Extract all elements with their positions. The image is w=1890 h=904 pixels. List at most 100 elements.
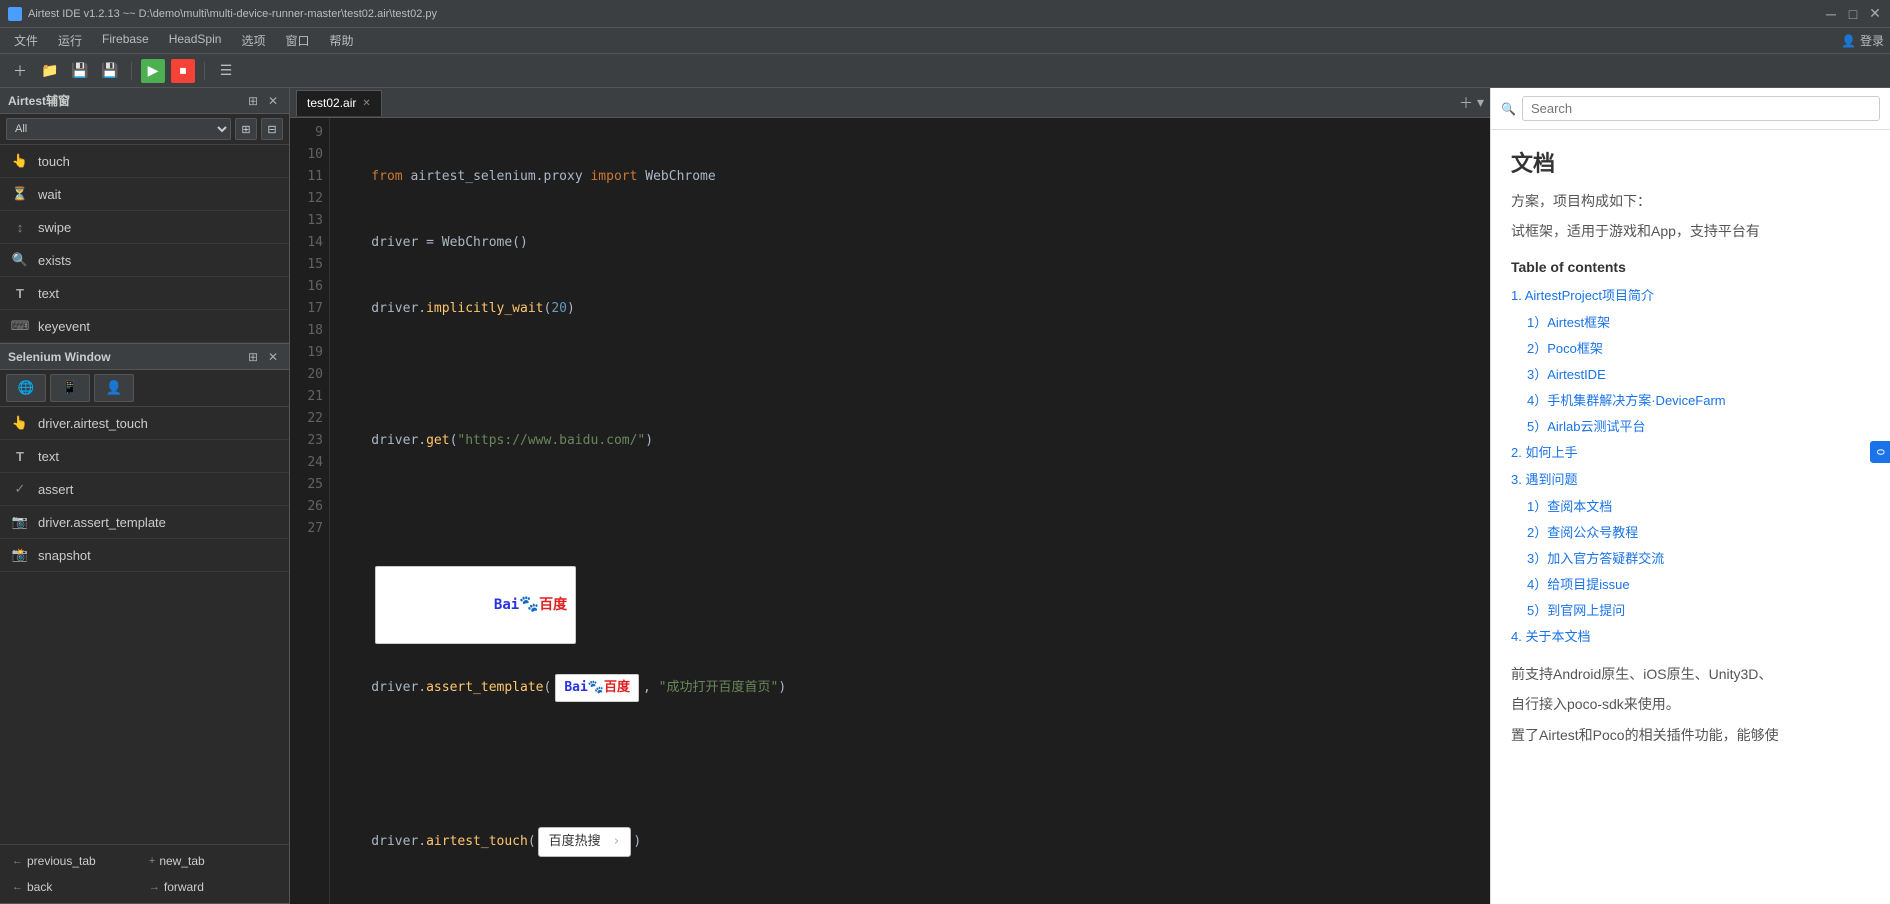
selenium-tab-web[interactable]: 🌐 — [6, 374, 46, 402]
toolbar-separator2 — [204, 62, 205, 80]
editor-tab-left: test02.air ✕ — [296, 90, 382, 116]
docs-text-5: 置了Airtest和Poco的相关插件功能，能够使 — [1511, 724, 1870, 746]
tab-close-icon[interactable]: ✕ — [362, 98, 370, 109]
assistant-items-list: 👆 touch ⏳ wait ↕ swipe 🔍 exists T te — [0, 145, 289, 343]
stop-button[interactable]: ⏹ — [171, 59, 195, 83]
menu-headspin[interactable]: HeadSpin — [161, 30, 230, 51]
save-button[interactable]: 💾 — [68, 59, 92, 83]
filter-select[interactable]: All — [6, 118, 231, 140]
title-bar-controls[interactable]: ─ □ ✕ — [1824, 7, 1882, 21]
main-layout: Airtest辅窗 ⊞ ✕ All ⊞ ⊟ 👆 touch ⏳ — [0, 88, 1890, 904]
previous-tab-item[interactable]: ← previous_tab — [4, 849, 139, 873]
menu-user[interactable]: 👤 登录 — [1841, 32, 1884, 49]
selenium-item-assert[interactable]: ✓ assert — [0, 473, 289, 506]
toc-sub-1-3[interactable]: 3）AirtestIDE — [1511, 362, 1870, 385]
toc-sub-1-5[interactable]: 5）Airlab云测试平台 — [1511, 414, 1870, 437]
selenium-text-icon: T — [10, 446, 30, 466]
selenium-tab-user[interactable]: 👤 — [94, 374, 134, 402]
maximize-button[interactable]: □ — [1846, 7, 1860, 21]
forward-item[interactable]: → forward — [141, 875, 276, 899]
editor-tab-test02[interactable]: test02.air ✕ — [296, 90, 382, 116]
docs-text-2: 试框架，适用于游戏和App，支持平台有 — [1511, 220, 1870, 242]
right-search: 🔍 — [1491, 88, 1890, 130]
assert-icon: ✓ — [10, 479, 30, 499]
selenium-item-driver-assert-label: driver.assert_template — [38, 515, 166, 530]
code-line-12 — [340, 364, 1480, 386]
saveas-button[interactable]: 💾 — [98, 59, 122, 83]
feedback-tab[interactable]: 0 — [1870, 441, 1890, 463]
layout-button[interactable]: ☰ — [214, 59, 238, 83]
docs-text-1: 方案，项目构成如下： — [1511, 190, 1870, 212]
selenium-item-driver-assert[interactable]: 📷 driver.assert_template — [0, 506, 289, 539]
assistant-item-keyevent[interactable]: ⌨ keyevent — [0, 310, 289, 343]
selenium-item-snapshot-label: snapshot — [38, 548, 91, 563]
assistant-item-swipe[interactable]: ↕ swipe — [0, 211, 289, 244]
toc-sub-3-2[interactable]: 2）查阅公众号教程 — [1511, 520, 1870, 543]
panel-expand-button[interactable]: ⊞ — [245, 93, 261, 109]
back-item[interactable]: ← back — [4, 875, 139, 899]
menu-help[interactable]: 帮助 — [321, 30, 361, 51]
toc-item-1[interactable]: 1. AirtestProject项目简介 — [1511, 283, 1870, 306]
toc-item-3[interactable]: 3. 遇到问题 — [1511, 467, 1870, 490]
search-input[interactable] — [1522, 96, 1880, 121]
selenium-panel-header: Selenium Window ⊞ ✕ — [0, 344, 289, 370]
assistant-item-wait[interactable]: ⏳ wait — [0, 178, 289, 211]
menu-options[interactable]: 选项 — [233, 30, 273, 51]
new-button[interactable]: ＋ — [8, 59, 32, 83]
toc-sub-3-1[interactable]: 1）查阅本文档 — [1511, 494, 1870, 517]
panel-close-button[interactable]: ✕ — [265, 93, 281, 109]
editor-area: test02.air ✕ ＋ ▾ 9 10 11 12 13 14 — [290, 88, 1490, 904]
line-numbers: 9 10 11 12 13 14 15 16 17 18 19 20 21 22… — [290, 118, 330, 904]
previous-tab-label: previous_tab — [27, 854, 96, 868]
toolbar: ＋ 📁 💾 💾 ▶ ⏹ ☰ — [0, 54, 1890, 88]
code-editor[interactable]: from airtest_selenium.proxy import WebCh… — [330, 118, 1490, 904]
selenium-item-text[interactable]: T text — [0, 440, 289, 473]
editor-tab-right: ＋ ▾ — [1459, 93, 1484, 113]
selenium-item-assert-label: assert — [38, 482, 73, 497]
assistant-item-exists-label: exists — [38, 253, 71, 268]
toc-sub-3-4[interactable]: 4）给项目提issue — [1511, 572, 1870, 595]
assistant-item-touch[interactable]: 👆 touch — [0, 145, 289, 178]
docs-text-4: 自行接入poco-sdk来使用。 — [1511, 693, 1870, 715]
keyevent-icon: ⌨ — [10, 316, 30, 336]
title-bar-text: Airtest IDE v1.2.13 ~~ D:\demo\multi\mul… — [28, 8, 437, 20]
toc-sub-1-1[interactable]: 1）Airtest框架 — [1511, 310, 1870, 333]
selenium-item-snapshot[interactable]: 📸 snapshot — [0, 539, 289, 572]
touch-icon: 👆 — [10, 151, 30, 171]
minimize-button[interactable]: ─ — [1824, 7, 1838, 21]
selenium-close-button[interactable]: ✕ — [265, 349, 281, 365]
new-tab-item[interactable]: + new_tab — [141, 849, 276, 873]
menu-window[interactable]: 窗口 — [277, 30, 317, 51]
run-button[interactable]: ▶ — [141, 59, 165, 83]
title-bar-left: Airtest IDE v1.2.13 ~~ D:\demo\multi\mul… — [8, 7, 437, 21]
editor-add-button[interactable]: ＋ — [1459, 93, 1473, 113]
toc-item-2[interactable]: 2. 如何上手 — [1511, 440, 1870, 463]
menu-firebase[interactable]: Firebase — [94, 30, 157, 51]
open-button[interactable]: 📁 — [38, 59, 62, 83]
assistant-item-text[interactable]: T text — [0, 277, 289, 310]
assistant-item-exists[interactable]: 🔍 exists — [0, 244, 289, 277]
toolbar-separator — [131, 62, 132, 80]
toc-sub-3-5[interactable]: 5）到官网上提问 — [1511, 598, 1870, 621]
editor-content[interactable]: 9 10 11 12 13 14 15 16 17 18 19 20 21 22… — [290, 118, 1490, 904]
toc-sub-1-2[interactable]: 2）Poco框架 — [1511, 336, 1870, 359]
selenium-item-airtest-touch[interactable]: 👆 driver.airtest_touch — [0, 407, 289, 440]
left-panel: Airtest辅窗 ⊞ ✕ All ⊞ ⊟ 👆 touch ⏳ — [0, 88, 290, 904]
editor-menu-button[interactable]: ▾ — [1477, 93, 1484, 113]
menu-items: 文件 运行 Firebase HeadSpin 选项 窗口 帮助 — [6, 30, 361, 51]
filter-settings-button[interactable]: ⊟ — [261, 118, 283, 140]
selenium-expand-button[interactable]: ⊞ — [245, 349, 261, 365]
docs-content: 文档 方案，项目构成如下： 试框架，适用于游戏和App，支持平台有 Table … — [1491, 130, 1890, 904]
close-button[interactable]: ✕ — [1868, 7, 1882, 21]
assistant-item-touch-label: touch — [38, 154, 70, 169]
assistant-item-swipe-label: swipe — [38, 220, 71, 235]
selenium-tab-mobile[interactable]: 📱 — [50, 374, 90, 402]
toc-sub-1-4[interactable]: 4）手机集群解决方案·DeviceFarm — [1511, 388, 1870, 411]
toc-sub-3-3[interactable]: 3）加入官方答疑群交流 — [1511, 546, 1870, 569]
docs-title: 文档 — [1511, 146, 1870, 178]
menu-run[interactable]: 运行 — [50, 30, 90, 51]
filter-icon-button[interactable]: ⊞ — [235, 118, 257, 140]
menu-file[interactable]: 文件 — [6, 30, 46, 51]
airtest-assistant-panel: Airtest辅窗 ⊞ ✕ All ⊞ ⊟ 👆 touch ⏳ — [0, 88, 289, 344]
toc-item-4[interactable]: 4. 关于本文档 — [1511, 624, 1870, 647]
